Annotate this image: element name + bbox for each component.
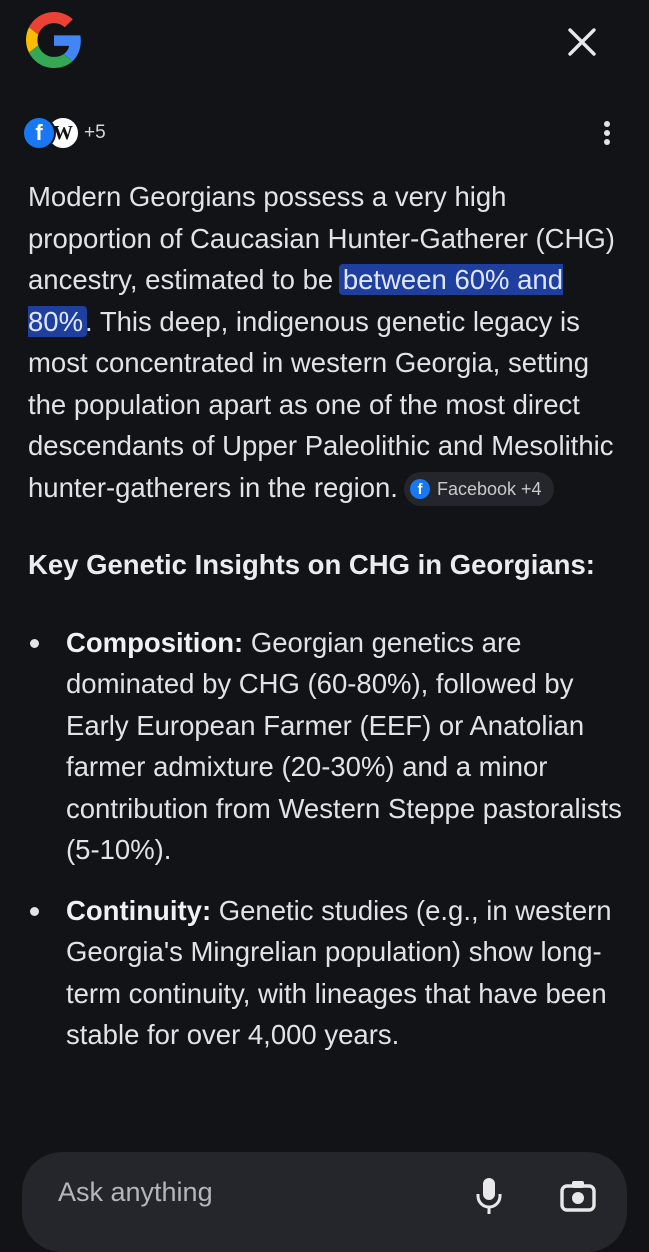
more-sources-count: +5 bbox=[84, 122, 106, 143]
ask-bar bbox=[22, 1152, 627, 1252]
citation-chip[interactable]: f Facebook +4 bbox=[403, 472, 554, 507]
google-g-logo-icon[interactable] bbox=[26, 12, 82, 68]
facebook-source-icon: f bbox=[22, 116, 56, 150]
section-heading: Key Genetic Insights on CHG in Georgians… bbox=[28, 549, 595, 580]
list-item: Composition: Georgian genetics are domin… bbox=[28, 622, 624, 871]
citation-chip-label: Facebook +4 bbox=[436, 478, 542, 499]
more-vert-icon bbox=[604, 121, 610, 145]
close-icon bbox=[568, 28, 596, 56]
bullet-dot bbox=[30, 906, 39, 916]
ask-input[interactable] bbox=[56, 1176, 440, 1209]
top-bar bbox=[0, 0, 649, 90]
list-item-title: Composition: bbox=[66, 626, 244, 658]
sources-row: f W +5 bbox=[22, 112, 622, 152]
camera-icon[interactable] bbox=[558, 1176, 598, 1216]
more-options-button[interactable] bbox=[592, 116, 622, 150]
answer-content: Modern Georgians possess a very high pro… bbox=[28, 176, 624, 1075]
answer-paragraph: Modern Georgians possess a very high pro… bbox=[28, 176, 624, 508]
list-item: Continuity: Genetic studies (e.g., in we… bbox=[28, 890, 624, 1056]
bullet-dot bbox=[30, 638, 39, 648]
list-item-text: Georgian genetics are dominated by CHG (… bbox=[66, 626, 622, 866]
insights-list: Composition: Georgian genetics are domin… bbox=[28, 622, 624, 1056]
source-icons-group[interactable]: f W +5 bbox=[22, 116, 106, 150]
mic-icon[interactable] bbox=[474, 1176, 504, 1216]
close-button[interactable] bbox=[556, 16, 608, 68]
facebook-icon: f bbox=[409, 479, 430, 500]
list-item-title: Continuity: bbox=[66, 894, 212, 926]
